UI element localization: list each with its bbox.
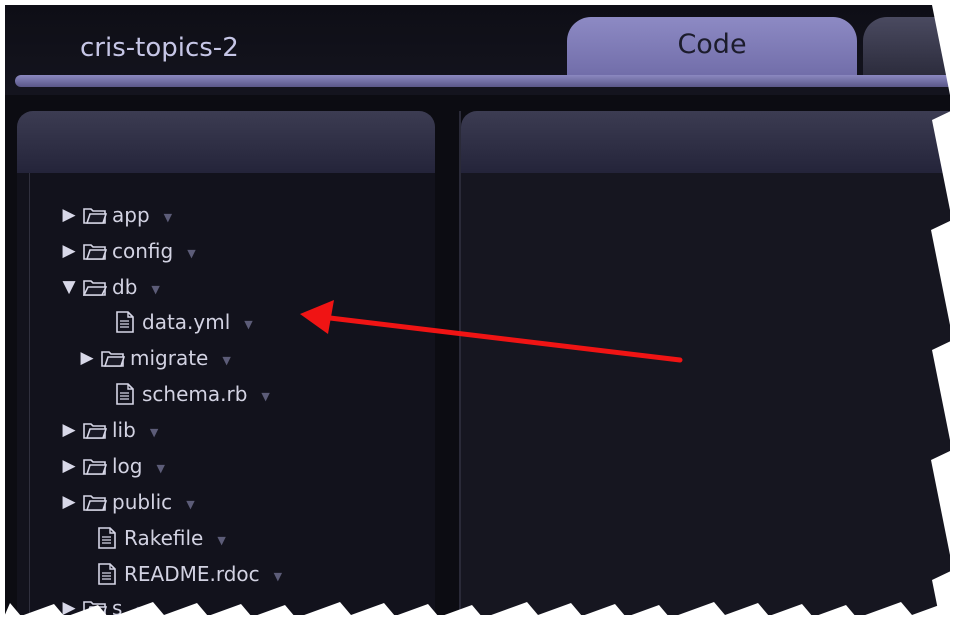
collapse-triangle-icon[interactable]: ▼ <box>60 277 78 297</box>
item-menu-chevron-icon[interactable]: ▼ <box>157 462 165 475</box>
tree-item-label: app <box>112 203 150 227</box>
expand-triangle-icon[interactable]: ▶ <box>60 205 78 225</box>
item-menu-chevron-icon[interactable]: ▼ <box>222 354 230 367</box>
tab-next[interactable] <box>863 17 950 79</box>
tree-item-label: config <box>112 239 174 263</box>
tree-guide-line <box>29 173 30 615</box>
tree-item-public[interactable]: ▶ public ▼ <box>60 487 194 517</box>
tree-item-label: lib <box>112 418 136 442</box>
tree-item-label: log <box>112 454 143 478</box>
folder-icon <box>82 203 108 227</box>
tree-item-schema-rb[interactable]: schema.rb ▼ <box>90 379 270 409</box>
editor-window: cris-topics-2 Code ▶ app ▼ ▶ config ▼ ▼ db ▼ data… <box>5 5 950 615</box>
app-screenshot: cris-topics-2 Code ▶ app ▼ ▶ config ▼ ▼ db ▼ data… <box>0 0 965 626</box>
tab-code[interactable]: Code <box>567 17 857 79</box>
item-menu-chevron-icon[interactable]: ▼ <box>186 498 194 511</box>
code-editor-area[interactable] <box>461 173 950 615</box>
tab-strip <box>15 75 950 87</box>
item-menu-chevron-icon[interactable]: ▼ <box>274 570 282 583</box>
tree-item-label: migrate <box>130 346 209 370</box>
file-tree-panel-header <box>17 111 435 173</box>
tree-item-label: public <box>112 490 173 514</box>
file-icon <box>94 526 120 550</box>
file-icon <box>94 562 120 586</box>
tree-item-data-yml[interactable]: data.yml ▼ <box>90 307 253 337</box>
folder-icon <box>82 454 108 478</box>
folder-icon <box>82 596 108 615</box>
item-menu-chevron-icon[interactable]: ▼ <box>244 318 252 331</box>
tree-item-label: schema.rb <box>142 382 248 406</box>
expand-triangle-icon[interactable]: ▶ <box>60 492 78 512</box>
folder-icon <box>82 418 108 442</box>
tree-item-log[interactable]: ▶ log ▼ <box>60 451 165 481</box>
file-icon <box>112 382 138 406</box>
tree-item-label: s <box>112 596 123 615</box>
folder-open-icon <box>82 275 108 299</box>
item-menu-chevron-icon[interactable]: ▼ <box>261 390 269 403</box>
item-menu-chevron-icon[interactable]: ▼ <box>164 211 172 224</box>
item-menu-chevron-icon[interactable]: ▼ <box>151 283 159 296</box>
folder-icon <box>100 346 126 370</box>
tree-item-label: db <box>112 275 138 299</box>
tree-item-label: Rakefile <box>124 526 204 550</box>
tree-item-label: README.rdoc <box>124 562 260 586</box>
tree-item-readme-rdoc[interactable]: README.rdoc ▼ <box>72 559 282 589</box>
item-menu-chevron-icon[interactable]: ▼ <box>136 604 144 616</box>
folder-icon <box>82 239 108 263</box>
item-menu-chevron-icon[interactable]: ▼ <box>187 247 195 260</box>
tree-item-label: data.yml <box>142 310 231 334</box>
tree-item-lib[interactable]: ▶ lib ▼ <box>60 415 158 445</box>
expand-triangle-icon[interactable]: ▶ <box>60 456 78 476</box>
folder-icon <box>82 490 108 514</box>
expand-triangle-icon[interactable]: ▶ <box>78 348 96 368</box>
tree-item-config[interactable]: ▶ config ▼ <box>60 236 195 266</box>
file-icon <box>112 310 138 334</box>
expand-triangle-icon[interactable]: ▶ <box>60 420 78 440</box>
item-menu-chevron-icon[interactable]: ▼ <box>150 426 158 439</box>
tree-item-app[interactable]: ▶ app ▼ <box>60 200 172 230</box>
expand-triangle-icon[interactable]: ▶ <box>60 241 78 261</box>
tree-item-s[interactable]: ▶ s ▼ <box>60 593 145 615</box>
editor-panel-header <box>461 111 950 173</box>
project-title: cris-topics-2 <box>80 33 239 63</box>
tree-item-migrate[interactable]: ▶ migrate ▼ <box>78 343 230 373</box>
tree-item-db[interactable]: ▼ db ▼ <box>60 272 159 302</box>
item-menu-chevron-icon[interactable]: ▼ <box>217 534 225 547</box>
tree-item-rakefile[interactable]: Rakefile ▼ <box>72 523 226 553</box>
expand-triangle-icon[interactable]: ▶ <box>60 598 78 615</box>
